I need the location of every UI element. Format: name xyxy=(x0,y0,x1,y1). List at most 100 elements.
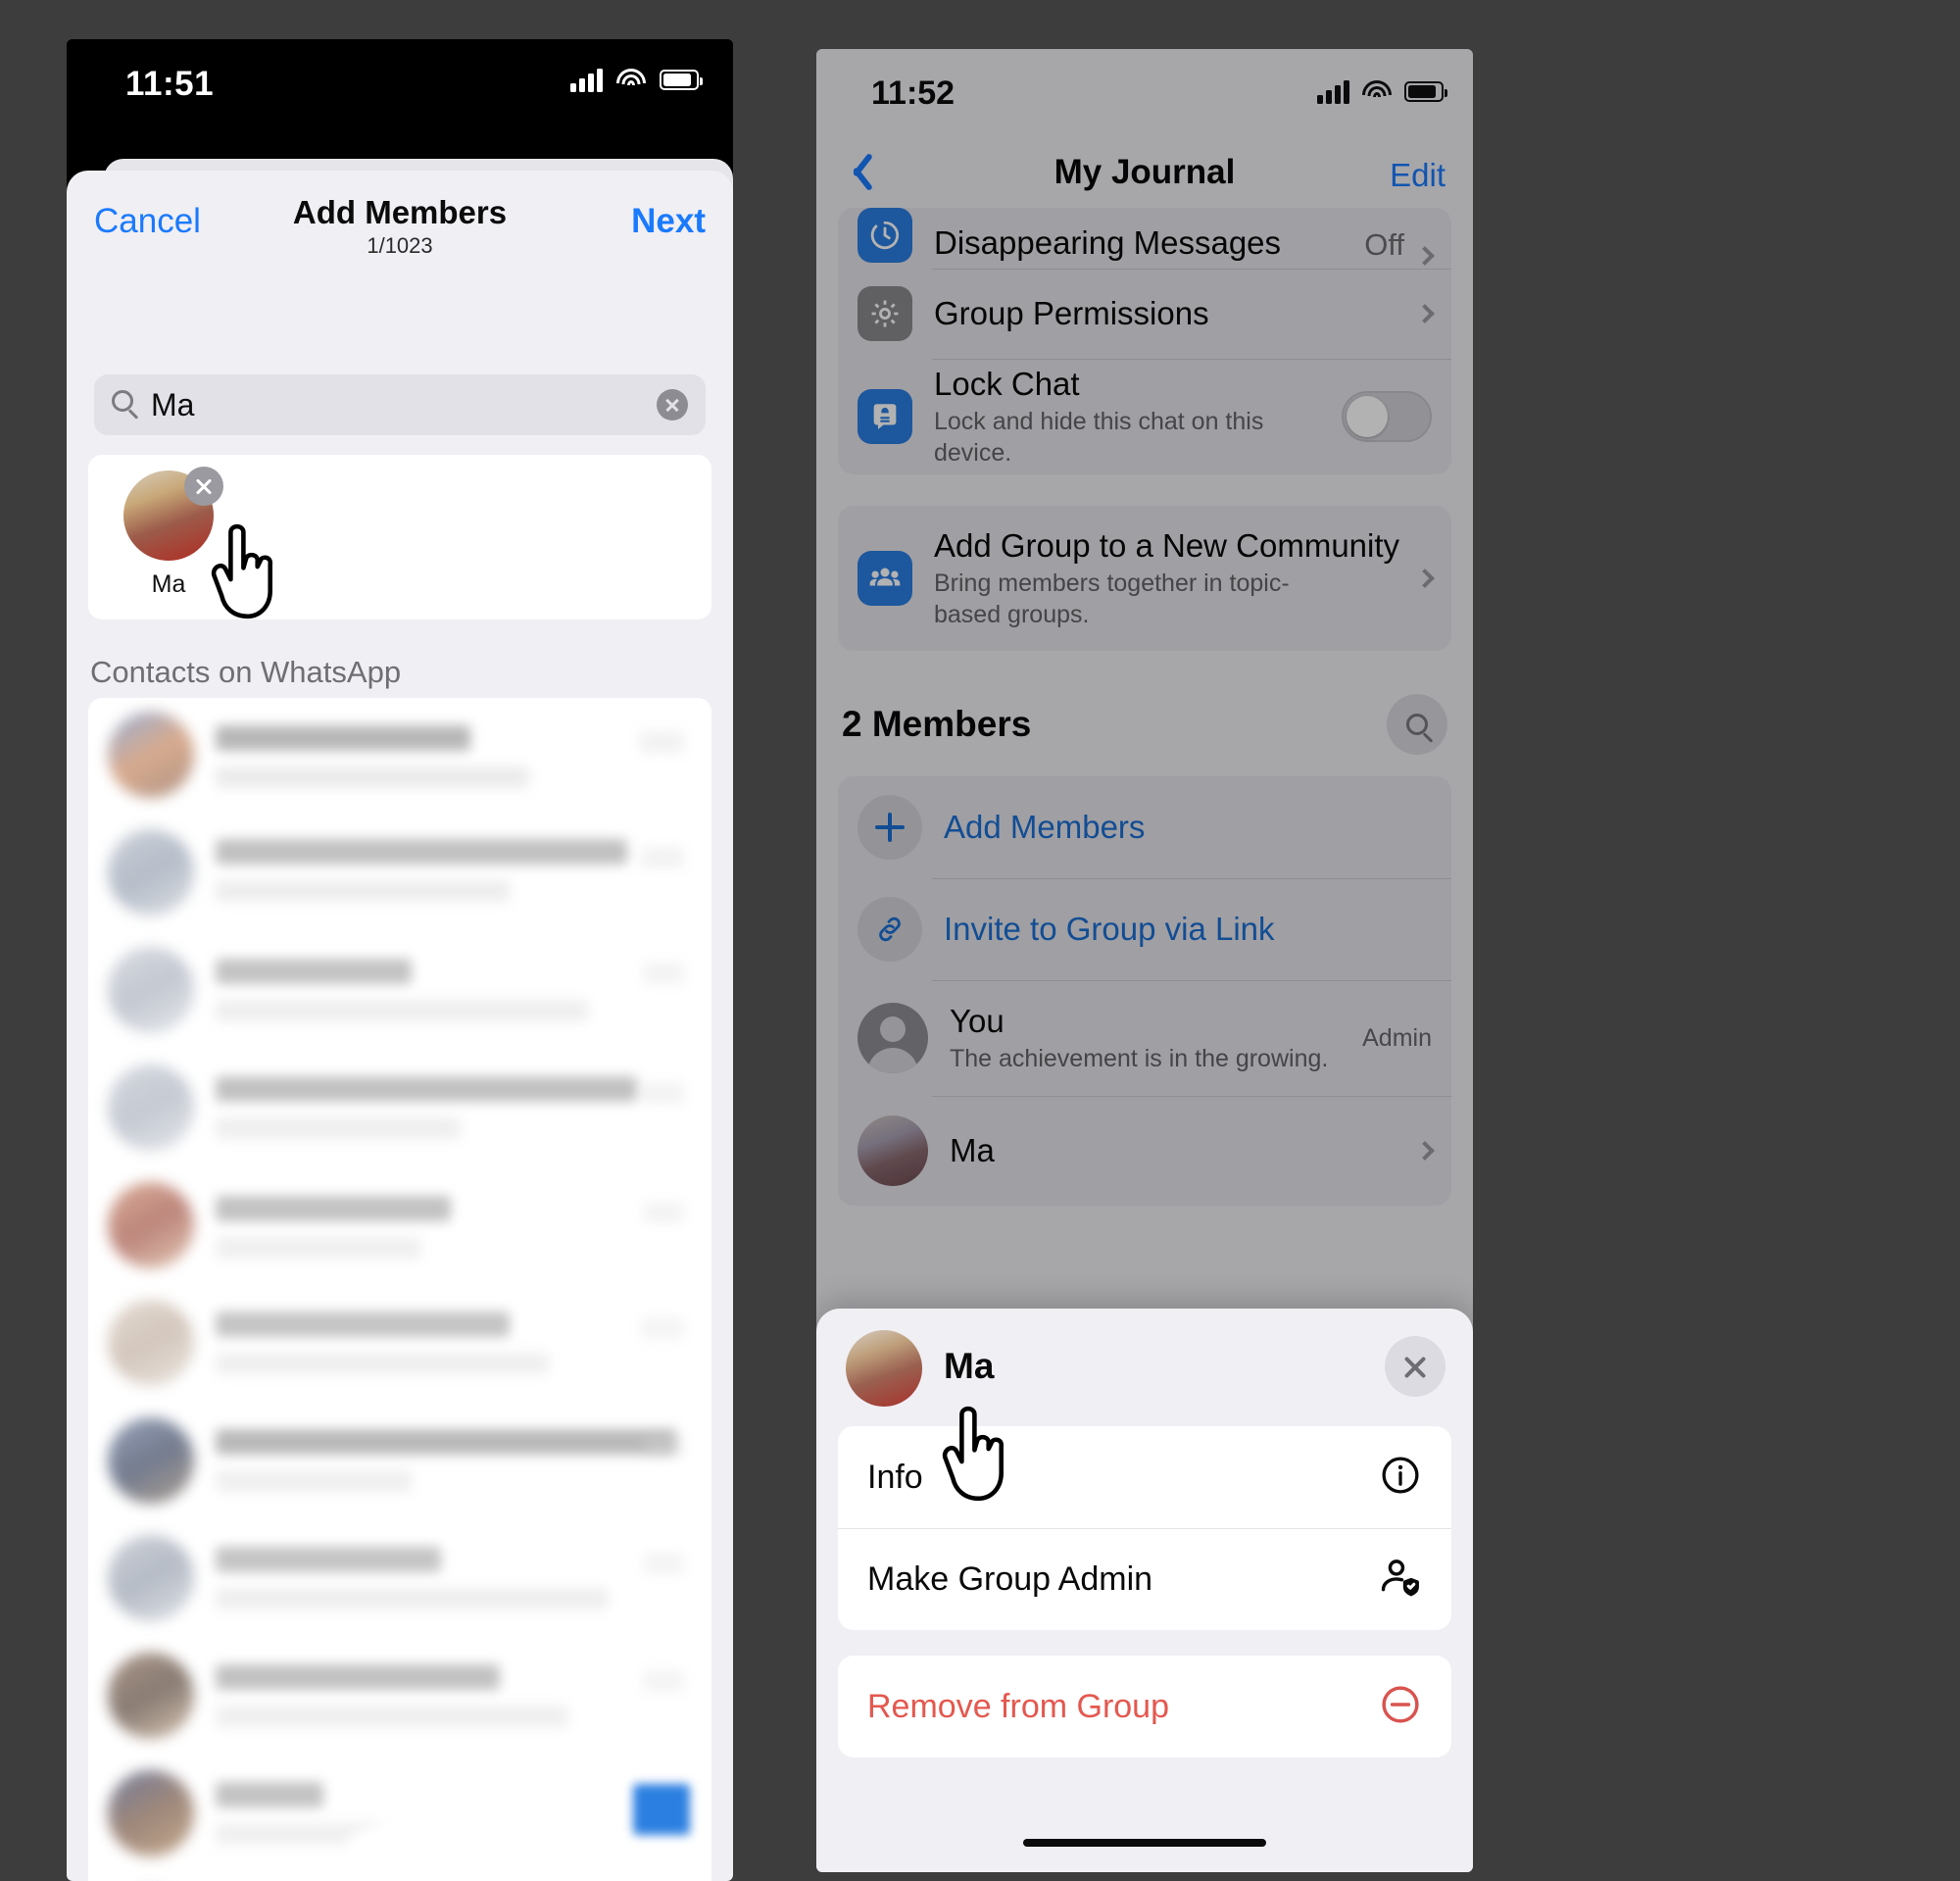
status-icons xyxy=(1317,78,1447,104)
row-title: Lock Chat xyxy=(934,366,1080,403)
contact-status-blurred xyxy=(216,1000,588,1021)
member-status: The achievement is in the growing. xyxy=(950,1045,1329,1072)
cellular-signal-icon xyxy=(570,67,603,92)
search-icon xyxy=(112,390,133,412)
contact-status-blurred xyxy=(216,880,510,902)
contact-status-blurred xyxy=(216,1706,568,1727)
close-icon[interactable] xyxy=(1385,1336,1446,1397)
disappearing-messages-icon xyxy=(858,208,912,263)
contact-name-blurred xyxy=(216,959,412,984)
member-action-sheet: Ma Info Make Group Admin Remove from Gro… xyxy=(816,1309,1473,1872)
member-name: You xyxy=(950,1002,1004,1039)
status-badge: Admin xyxy=(1362,1023,1432,1052)
row-member-ma[interactable]: Ma xyxy=(838,1096,1451,1206)
row-subtitle: Bring members together in topic-based gr… xyxy=(934,569,1290,628)
list-item[interactable] xyxy=(88,1168,711,1286)
contact-name-blurred xyxy=(216,1782,323,1807)
action-label: Remove from Group xyxy=(867,1687,1169,1725)
row-accessory-blurred xyxy=(641,847,684,868)
contact-name-blurred xyxy=(216,725,470,751)
remove-chip-icon[interactable] xyxy=(184,467,223,506)
list-item[interactable] xyxy=(88,933,711,1051)
list-item[interactable] xyxy=(88,1874,711,1881)
info-circle-icon xyxy=(1379,1454,1422,1502)
row-group-permissions[interactable]: Group Permissions xyxy=(838,269,1451,359)
members-card: Add Members Invite to Group via Link You xyxy=(838,776,1451,1206)
avatar xyxy=(108,1417,194,1504)
row-add-members[interactable]: Add Members xyxy=(838,776,1451,878)
row-add-group-to-community[interactable]: Add Group to a New Community Bring membe… xyxy=(838,506,1451,651)
action-info[interactable]: Info xyxy=(838,1426,1451,1528)
wifi-icon xyxy=(615,68,647,91)
row-subtitle: Lock and hide this chat on this device. xyxy=(934,408,1264,467)
contact-name-blurred xyxy=(216,839,627,865)
left-phone-screen: 11:51 Cancel Add Members 1/1023 Next Ma xyxy=(67,39,733,1881)
contact-name-blurred xyxy=(216,1664,500,1690)
community-group-icon xyxy=(858,551,912,606)
row-member-you[interactable]: You The achievement is in the growing. A… xyxy=(838,980,1451,1096)
chevron-right-icon xyxy=(1415,569,1435,588)
row-invite-via-link[interactable]: Invite to Group via Link xyxy=(838,878,1451,980)
selected-member-chip[interactable]: Ma xyxy=(123,467,223,599)
screenshot-stage: 11:51 Cancel Add Members 1/1023 Next Ma xyxy=(0,0,1960,1881)
left-status-bar: 11:51 xyxy=(67,39,733,137)
battery-icon xyxy=(1404,80,1447,102)
row-title: Group Permissions xyxy=(934,294,1209,331)
lock-chat-toggle[interactable] xyxy=(1342,391,1432,442)
row-disappearing-messages[interactable]: Disappearing Messages Off xyxy=(838,208,1451,269)
search-members-button[interactable] xyxy=(1387,694,1447,755)
search-input[interactable]: Ma xyxy=(94,374,706,435)
avatar xyxy=(108,1300,194,1386)
action-remove-from-group[interactable]: Remove from Group xyxy=(838,1656,1451,1757)
cellular-signal-icon xyxy=(1317,78,1349,104)
contact-name-blurred xyxy=(216,1312,510,1337)
row-title: Add Group to a New Community xyxy=(934,527,1400,565)
contact-status-blurred xyxy=(216,1353,549,1374)
contact-name-blurred xyxy=(216,1076,637,1102)
avatar xyxy=(108,1770,194,1856)
action-sheet-header: Ma xyxy=(816,1309,1473,1426)
person-shield-check-icon xyxy=(1377,1555,1422,1605)
edit-button[interactable]: Edit xyxy=(1390,157,1446,194)
list-item[interactable] xyxy=(88,1051,711,1168)
row-lock-chat[interactable]: Lock Chat Lock and hide this chat on thi… xyxy=(838,359,1451,474)
row-accessory-blurred xyxy=(641,1082,684,1104)
avatar xyxy=(108,947,194,1033)
avatar xyxy=(108,1653,194,1739)
contact-status-blurred xyxy=(216,1588,608,1609)
row-value: Off xyxy=(1364,227,1404,262)
contact-status-blurred xyxy=(216,1237,421,1259)
avatar xyxy=(108,1535,194,1621)
list-item[interactable] xyxy=(88,1286,711,1404)
next-button[interactable]: Next xyxy=(631,202,706,241)
action-make-group-admin[interactable]: Make Group Admin xyxy=(838,1528,1451,1630)
list-item[interactable] xyxy=(88,816,711,933)
page-title: My Journal xyxy=(1054,153,1236,191)
plus-icon xyxy=(858,795,922,860)
wifi-icon xyxy=(1361,79,1393,103)
row-accessory-blurred xyxy=(639,731,684,753)
action-sheet-destructive-card: Remove from Group xyxy=(838,1656,1451,1757)
contacts-section-header: Contacts on WhatsApp xyxy=(67,631,733,698)
search-input-value: Ma xyxy=(151,387,195,422)
home-indicator xyxy=(346,1822,454,1871)
search-icon xyxy=(1406,714,1428,735)
list-item[interactable] xyxy=(88,1404,711,1521)
contacts-list[interactable] xyxy=(88,698,711,1881)
row-accessory-blurred xyxy=(645,1435,684,1457)
pointer-cursor-left-phone xyxy=(208,520,284,621)
add-members-sheet: Cancel Add Members 1/1023 Next Ma Ma Con… xyxy=(67,171,733,1881)
avatar xyxy=(108,1064,194,1151)
avatar xyxy=(858,1115,928,1186)
clear-search-icon[interactable] xyxy=(657,389,688,421)
avatar xyxy=(846,1330,922,1407)
contact-status-blurred xyxy=(216,1117,461,1139)
group-settings-card: Disappearing Messages Off Group Permissi… xyxy=(838,208,1451,474)
list-item[interactable] xyxy=(88,1521,711,1639)
group-permissions-icon xyxy=(858,286,912,341)
avatar xyxy=(858,1003,928,1073)
list-item[interactable] xyxy=(88,1639,711,1757)
add-members-navbar: Cancel Add Members 1/1023 Next xyxy=(67,171,733,272)
chevron-right-icon xyxy=(1415,304,1435,323)
list-item[interactable] xyxy=(88,698,711,816)
